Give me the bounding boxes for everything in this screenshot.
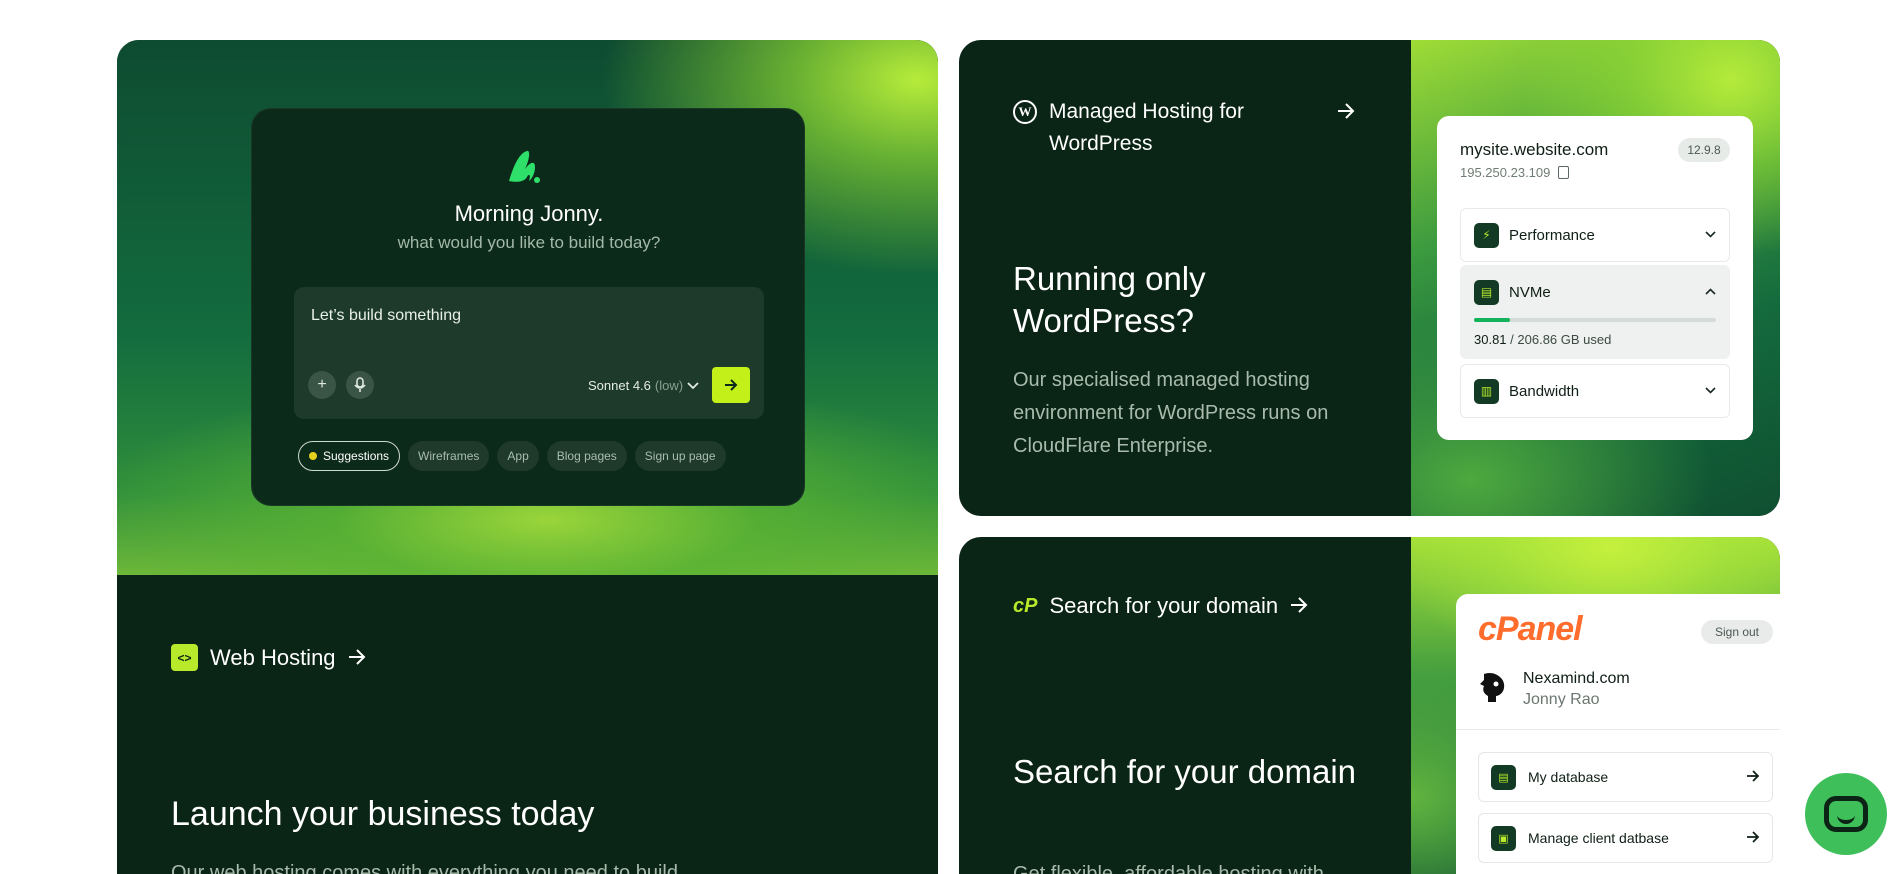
feature-label: Bandwidth	[1509, 382, 1580, 400]
feature-label: Performance	[1509, 226, 1595, 244]
plus-icon[interactable]: +	[308, 371, 336, 399]
dot-icon	[309, 452, 317, 460]
web-hosting-heading: Launch your business today	[171, 795, 595, 833]
chip-label: App	[507, 449, 529, 463]
prompt-input[interactable]: Let’s build something + Sonnet 4.6 (low)	[294, 287, 764, 419]
chip-label: Wireframes	[418, 449, 480, 463]
chevron-down-icon	[1705, 385, 1716, 397]
chip-label: Blog pages	[556, 449, 617, 463]
database-icon: ▤	[1491, 764, 1516, 790]
divider	[1456, 729, 1780, 730]
arrow-right-icon	[1746, 769, 1760, 786]
feature-label: NVMe	[1509, 283, 1551, 301]
web-hosting-description: Our web hosting comes with everything yo…	[171, 862, 678, 874]
nvme-used: 30.81	[1474, 332, 1507, 347]
user-avatar-icon	[1478, 670, 1508, 704]
folder-icon: ▣	[1491, 825, 1516, 851]
nvme-progress-fill	[1474, 318, 1511, 322]
suggestion-chips: Suggestions Wireframes App Blog pages Si…	[298, 441, 726, 471]
nvme-usage: 30.81 / 206.86 GB used	[1461, 322, 1729, 347]
chip-app[interactable]: App	[497, 441, 539, 471]
chevron-down-icon	[687, 378, 699, 393]
cpanel-icon: cP	[1013, 594, 1038, 617]
nvme-progress-bar	[1474, 318, 1716, 322]
wordpress-label: Managed Hosting for WordPress	[1049, 100, 1244, 155]
cpanel-logo: cPanel	[1478, 610, 1583, 648]
greeting-subtitle: what would you like to build today?	[397, 233, 661, 252]
sign-out-button[interactable]: Sign out	[1701, 620, 1773, 644]
web-hosting-label: Web Hosting	[210, 644, 336, 670]
chat-icon	[1824, 796, 1868, 832]
chart-icon: ▥	[1474, 378, 1499, 404]
chevron-up-icon	[1705, 286, 1716, 298]
model-selector[interactable]: Sonnet 4.6 (low)	[588, 378, 699, 393]
greeting: Morning Jonny.	[454, 201, 604, 226]
site-host: mysite.website.com	[1460, 140, 1609, 159]
page: Morning Jonny. what would you like to bu…	[0, 0, 1890, 874]
web-hosting-link[interactable]: <> Web Hosting	[171, 644, 366, 671]
arrow-right-icon	[1337, 99, 1355, 125]
domain-search-label: Search for your domain	[1049, 593, 1279, 618]
arrow-right-icon	[1290, 593, 1308, 619]
copy-icon[interactable]	[1558, 166, 1570, 179]
model-name: Sonnet 4.6	[588, 378, 651, 393]
nvme-total: / 206.86 GB used	[1510, 332, 1612, 347]
item-label: Manage client datbase	[1528, 830, 1669, 846]
feature-bandwidth[interactable]: ▥ Bandwidth	[1460, 364, 1730, 418]
chevron-down-icon	[1705, 229, 1716, 241]
chip-wireframes[interactable]: Wireframes	[408, 441, 490, 471]
code-icon: <>	[171, 644, 198, 671]
prompt-text[interactable]: Let’s build something	[311, 307, 461, 325]
feature-nvme[interactable]: ▤ NVMe 30.81 / 206.86 GB used	[1460, 265, 1730, 359]
chat-button[interactable]	[1805, 773, 1887, 855]
site-panel: mysite.website.com 195.250.23.109 12.9.8…	[1437, 116, 1753, 440]
account-site: Nexamind.com	[1523, 670, 1630, 687]
chip-suggestions[interactable]: Suggestions	[298, 441, 401, 471]
account-user: Jonny Rao	[1523, 691, 1600, 708]
wordpress-icon: W	[1013, 100, 1037, 124]
manage-client-database-item[interactable]: ▣ Manage client datbase	[1478, 813, 1773, 863]
ai-builder-panel: Morning Jonny. what would you like to bu…	[251, 108, 805, 506]
version-badge: 12.9.8	[1678, 138, 1730, 162]
wordpress-heading: Running only WordPress?	[1013, 260, 1206, 339]
chip-sign-up-page[interactable]: Sign up page	[634, 441, 726, 471]
chip-label: Sign up page	[644, 449, 716, 463]
chip-blog-pages[interactable]: Blog pages	[546, 441, 627, 471]
ai-logo-icon	[505, 147, 545, 185]
bolt-icon: ⚡	[1474, 222, 1499, 248]
site-ip: 195.250.23.109	[1460, 165, 1570, 180]
storage-icon: ▤	[1474, 279, 1499, 305]
my-database-item[interactable]: ▤ My database	[1478, 752, 1773, 802]
wordpress-description: Our specialised managed hosting environm…	[1013, 369, 1329, 457]
arrow-right-icon	[348, 645, 366, 671]
send-button[interactable]	[712, 367, 750, 403]
arrow-right-icon	[1746, 830, 1760, 847]
web-hosting-card[interactable]: Morning Jonny. what would you like to bu…	[117, 40, 938, 874]
cpanel-panel: cPanel Sign out Nexamind.com Jonny Rao ▤…	[1456, 594, 1780, 874]
wordpress-link[interactable]: W Managed Hosting for WordPress	[1013, 96, 1355, 160]
domain-heading: Search for your domain	[1013, 753, 1357, 790]
domain-description: Get flexible, affordable hosting with	[1013, 863, 1324, 874]
model-mode: (low)	[654, 378, 684, 393]
wordpress-hosting-card[interactable]: W Managed Hosting for WordPress Running …	[959, 40, 1780, 516]
chip-label: Suggestions	[323, 449, 390, 463]
item-label: My database	[1528, 769, 1609, 785]
mic-icon[interactable]	[346, 371, 374, 399]
arrow-right-icon	[725, 379, 738, 391]
domain-search-link[interactable]: cP Search for your domain	[1013, 593, 1308, 619]
feature-performance[interactable]: ⚡ Performance	[1460, 208, 1730, 262]
site-ip-value: 195.250.23.109	[1460, 165, 1551, 180]
domain-search-card[interactable]: cP Search for your domain Search for you…	[959, 537, 1780, 874]
